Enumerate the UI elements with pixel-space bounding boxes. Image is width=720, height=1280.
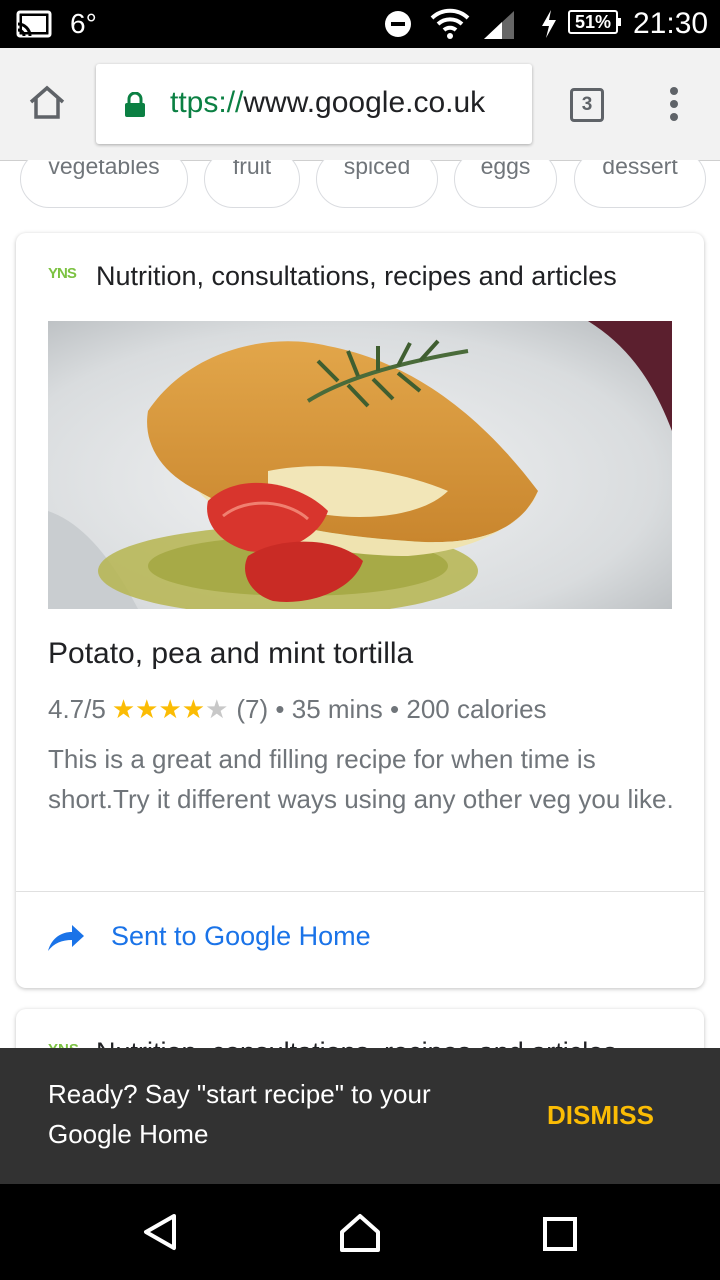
separator: •	[390, 694, 400, 724]
chip-dessert[interactable]: dessert	[574, 160, 706, 208]
dnd-icon	[384, 10, 412, 43]
url-text: ttps://www.google.co.uk	[170, 86, 486, 119]
cook-time: 35 mins	[291, 694, 383, 724]
lock-icon	[124, 91, 146, 123]
chip-spiced[interactable]: spiced	[316, 160, 438, 208]
sent-to-google-home-link[interactable]: Sent to Google Home	[111, 921, 371, 952]
address-bar[interactable]: ttps://www.google.co.uk	[96, 64, 532, 144]
battery-icon: 51%	[568, 10, 621, 34]
rating-text: 4.7/5	[48, 694, 106, 724]
source-logo: YNS	[48, 265, 77, 282]
browser-toolbar: ttps://www.google.co.uk 3	[0, 48, 720, 161]
overflow-menu-icon[interactable]	[668, 86, 680, 127]
chip-vegetables[interactable]: vegetables	[20, 160, 188, 208]
home-icon[interactable]	[27, 84, 67, 125]
dismiss-button[interactable]: DISMISS	[547, 1100, 654, 1131]
tab-switcher-icon[interactable]: 3	[570, 88, 604, 122]
system-nav-bar	[0, 1184, 720, 1280]
recipe-meta: 4.7/5 ★★★★★ (7) • 35 mins • 200 calories	[48, 694, 547, 725]
review-count: (7)	[236, 694, 269, 724]
recents-icon[interactable]	[542, 1216, 578, 1257]
calories: 200 calories	[406, 694, 547, 724]
clock: 21:30	[633, 7, 709, 40]
recipe-photo[interactable]	[48, 321, 672, 609]
status-bar: 6° 51% 21:30	[0, 0, 720, 48]
separator: •	[275, 694, 285, 724]
filter-chips: vegetables fruit spiced eggs dessert	[0, 160, 720, 210]
wifi-icon	[430, 8, 470, 45]
back-icon[interactable]	[140, 1212, 180, 1257]
chip-fruit[interactable]: fruit	[204, 160, 300, 208]
snackbar-message: Ready? Say "start recipe" to your Google…	[48, 1079, 431, 1149]
chip-eggs[interactable]: eggs	[454, 160, 557, 208]
temperature: 6°	[70, 8, 97, 39]
source-name: Nutrition, consultations, recipes and ar…	[96, 261, 617, 291]
share-arrow-icon[interactable]	[46, 923, 86, 958]
recipe-card[interactable]: YNS Nutrition, consultations, recipes an…	[16, 233, 704, 988]
recipe-description: This is a great and filling recipe for w…	[48, 744, 674, 814]
signal-icon	[482, 9, 516, 46]
charging-icon	[540, 9, 558, 44]
home-nav-icon[interactable]	[338, 1212, 382, 1259]
divider	[16, 891, 704, 892]
recipe-title[interactable]: Potato, pea and mint tortilla	[48, 637, 413, 671]
cast-icon	[16, 10, 52, 43]
rating-stars: ★★★★★	[111, 694, 229, 724]
snackbar: Ready? Say "start recipe" to your Google…	[0, 1048, 720, 1184]
